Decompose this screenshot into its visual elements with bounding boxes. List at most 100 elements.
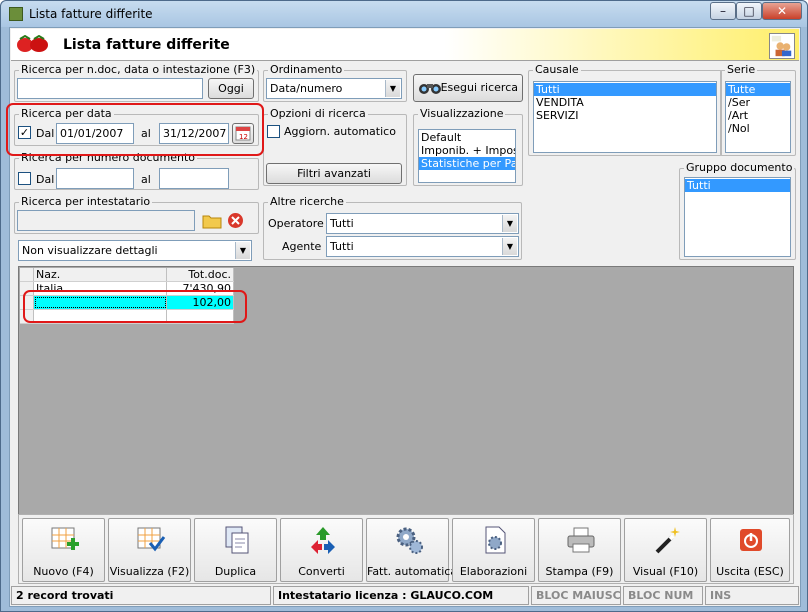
window-title: Lista fatture differite bbox=[29, 7, 153, 21]
convert-button[interactable]: Converti bbox=[280, 518, 363, 582]
display-mode-item-imponibile[interactable]: Imponib. + Imposte bbox=[419, 144, 515, 157]
folder-icon[interactable] bbox=[202, 212, 222, 229]
auto-update-checkbox[interactable] bbox=[267, 125, 280, 138]
users-icon[interactable] bbox=[769, 33, 795, 59]
visual-button[interactable]: Visual (F10) bbox=[624, 518, 707, 582]
number-from-label: Dal bbox=[36, 173, 55, 186]
number-search-checkbox[interactable] bbox=[18, 172, 31, 185]
chevron-down-icon: ▼ bbox=[502, 215, 517, 232]
strawberry-logo-icon bbox=[17, 35, 48, 52]
chevron-down-icon: ▼ bbox=[502, 238, 517, 255]
magic-wand-icon bbox=[655, 527, 680, 554]
page-title: Lista fatture differite bbox=[63, 37, 230, 53]
ordering-value: Data/numero bbox=[270, 82, 343, 95]
maximize-button[interactable]: □ bbox=[736, 2, 762, 20]
serie-item-tutte[interactable]: Tutte bbox=[726, 83, 790, 96]
exit-icon bbox=[740, 529, 762, 551]
serie-group: Serie Tutte /Ser /Art /Nol bbox=[720, 64, 796, 156]
agent-value: Tutti bbox=[330, 240, 354, 253]
advanced-filters-button[interactable]: Filtri avanzati bbox=[266, 163, 402, 184]
display-mode-item-default[interactable]: Default bbox=[419, 131, 515, 144]
convert-button-label: Converti bbox=[298, 565, 345, 578]
visual-button-label: Visual (F10) bbox=[632, 565, 699, 578]
operator-label: Operatore : bbox=[268, 217, 331, 230]
display-mode-group: Visualizzazione Default Imponib. + Impo s… bbox=[413, 108, 523, 186]
serie-item-nol[interactable]: /Nol bbox=[726, 122, 790, 135]
oggi-button[interactable]: Oggi bbox=[208, 78, 254, 99]
table-header-row: Naz. Tot.doc. bbox=[20, 268, 234, 282]
processing-button-label: Elaborazioni bbox=[459, 565, 528, 578]
title-bar: Lista fatture differite – □ ✕ bbox=[1, 1, 807, 27]
row-header-cell bbox=[20, 268, 34, 281]
display-mode-item-statistiche[interactable]: Statistiche per Paes bbox=[419, 157, 515, 170]
operator-select[interactable]: Tutti ▼ bbox=[326, 213, 519, 234]
holder-search-input[interactable] bbox=[17, 210, 195, 231]
holder-search-group: Ricerca per intestatario bbox=[14, 196, 259, 234]
causale-group: Causale Tutti VENDITA SERVIZI bbox=[528, 64, 722, 156]
automatic-invoice-button[interactable]: Fatt. automatica bbox=[366, 518, 458, 582]
serie-list[interactable]: Tutte /Ser /Art /Nol bbox=[725, 81, 791, 153]
binoculars-icon bbox=[419, 84, 441, 94]
serie-item-art[interactable]: /Art bbox=[726, 109, 790, 122]
convert-icon bbox=[311, 527, 335, 554]
record-count: 2 record trovati bbox=[11, 586, 271, 605]
holder-search-label: Ricerca per intestatario bbox=[19, 195, 153, 208]
new-button[interactable]: Nuovo (F4) bbox=[22, 518, 105, 582]
automatic-gear-icon bbox=[396, 527, 423, 554]
view-button-label: Visualizza (F2) bbox=[109, 565, 190, 578]
display-mode-list[interactable]: Default Imponib. + Imposte Statistiche p… bbox=[418, 129, 516, 183]
minimize-button[interactable]: – bbox=[710, 2, 736, 20]
annotation-highlight-date bbox=[6, 103, 264, 156]
view-grid-icon bbox=[137, 527, 166, 552]
other-searches-group: Altre ricerche Operatore : Tutti ▼ Agent… bbox=[263, 196, 522, 260]
processing-doc-icon bbox=[485, 526, 506, 554]
print-button[interactable]: Stampa (F9) bbox=[538, 518, 621, 582]
causale-list[interactable]: Tutti VENDITA SERVIZI bbox=[533, 81, 717, 153]
clear-icon[interactable] bbox=[227, 212, 244, 229]
status-bar: 2 record trovati Intestatario licenza : … bbox=[11, 584, 799, 606]
serie-item-ser[interactable]: /Ser bbox=[726, 96, 790, 109]
window: Lista fatture differite – □ ✕ Lista fatt… bbox=[0, 0, 808, 612]
duplicate-icon bbox=[225, 526, 249, 554]
number-search-group: Ricerca per numero documento Dal al bbox=[14, 152, 259, 190]
processing-button[interactable]: Elaborazioni bbox=[452, 518, 535, 582]
details-select[interactable]: Non visualizzare dettagli ▼ bbox=[18, 240, 252, 261]
ordering-label: Ordinamento bbox=[268, 63, 345, 76]
execute-search-button[interactable]: Esegui ricerca bbox=[413, 74, 523, 102]
details-value: Non visualizzare dettagli bbox=[22, 244, 158, 257]
document-group-list[interactable]: Tutti bbox=[684, 177, 791, 257]
new-button-label: Nuovo (F4) bbox=[33, 565, 94, 578]
agent-select[interactable]: Tutti ▼ bbox=[326, 236, 519, 257]
chevron-down-icon: ▼ bbox=[385, 80, 400, 97]
printer-icon bbox=[567, 527, 595, 553]
header-banner: Lista fatture differite bbox=[11, 29, 799, 61]
text-search-group: Ricerca per n.doc, data o intestazione (… bbox=[14, 64, 259, 102]
chevron-down-icon: ▼ bbox=[235, 242, 250, 259]
ordering-select[interactable]: Data/numero ▼ bbox=[266, 78, 402, 99]
view-button[interactable]: Visualizza (F2) bbox=[108, 518, 191, 582]
causale-item-tutti[interactable]: Tutti bbox=[534, 83, 716, 96]
exit-button[interactable]: Uscita (ESC) bbox=[710, 518, 790, 582]
caps-lock-indicator: BLOC MAIUSC bbox=[531, 586, 621, 605]
new-grid-icon bbox=[51, 527, 79, 550]
close-button[interactable]: ✕ bbox=[762, 2, 802, 20]
document-group-label: Gruppo documento bbox=[684, 161, 795, 174]
automatic-invoice-button-label: Fatt. automatica bbox=[367, 565, 458, 578]
causale-label: Causale bbox=[533, 63, 581, 76]
column-header-naz[interactable]: Naz. bbox=[34, 268, 167, 281]
bottom-toolbar: Nuovo (F4) Visualizza (F2) Duplica Conve… bbox=[18, 514, 794, 584]
execute-search-label: Esegui ricerca bbox=[440, 81, 518, 94]
duplicate-button[interactable]: Duplica bbox=[194, 518, 277, 582]
causale-item-servizi[interactable]: SERVIZI bbox=[534, 109, 716, 122]
search-options-label: Opzioni di ricerca bbox=[268, 107, 368, 120]
auto-update-label: Aggiorn. automatico bbox=[284, 125, 396, 138]
insert-indicator: INS bbox=[705, 586, 799, 605]
number-from-input[interactable] bbox=[56, 168, 134, 189]
text-search-input[interactable] bbox=[17, 78, 203, 99]
number-to-input[interactable] bbox=[159, 168, 229, 189]
causale-item-vendita[interactable]: VENDITA bbox=[534, 96, 716, 109]
print-button-label: Stampa (F9) bbox=[545, 565, 614, 578]
document-group-item-tutti[interactable]: Tutti bbox=[685, 179, 790, 192]
column-header-totdoc[interactable]: Tot.doc. bbox=[167, 268, 234, 281]
document-group-group: Gruppo documento Tutti bbox=[679, 162, 796, 260]
